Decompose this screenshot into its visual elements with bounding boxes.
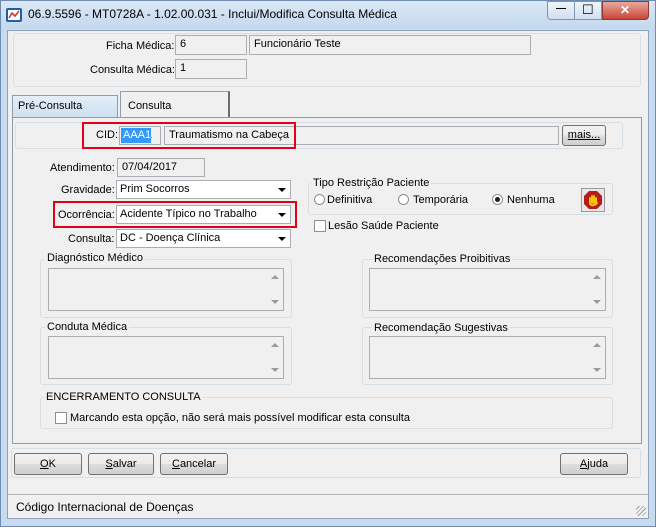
consulta-tipo-label: Consulta:	[68, 233, 115, 245]
ficha-number-field[interactable]: 6	[175, 35, 247, 55]
cancel-rest: ancelar	[179, 458, 217, 470]
close-icon: ✕	[620, 3, 631, 17]
sugestivas-textarea[interactable]	[369, 336, 606, 379]
cid-highlight	[82, 122, 296, 149]
diagnostico-title: Diagnóstico Médico	[45, 252, 145, 264]
cid-more-button[interactable]: mais...	[562, 125, 606, 146]
lesao-label: Lesão Saúde Paciente	[328, 220, 439, 232]
scroll-down-icon[interactable]	[593, 368, 601, 372]
cancel-button[interactable]: Cancelar	[160, 453, 228, 475]
gravidade-select[interactable]: Prim Socorros	[116, 180, 291, 199]
encerramento-checkbox[interactable]	[55, 412, 67, 424]
radio-temporaria[interactable]	[398, 194, 409, 205]
minimize-button[interactable]: —	[547, 1, 575, 20]
encerramento-title: ENCERRAMENTO CONSULTA	[44, 391, 203, 403]
consulta-tipo-select[interactable]: DC - Doença Clínica	[116, 229, 291, 248]
stop-hand-button[interactable]	[581, 188, 605, 212]
close-button[interactable]: ✕	[602, 1, 649, 20]
conduta-title: Conduta Médica	[45, 321, 130, 333]
save-accel: S	[105, 458, 113, 470]
maximize-button[interactable]: ☐	[575, 1, 602, 20]
tab-consulta-label: Consulta	[128, 100, 172, 112]
consulta-tipo-value: DC - Doença Clínica	[120, 232, 221, 244]
cancel-accel: C	[171, 458, 180, 470]
help-rest: juda	[587, 458, 609, 470]
consulta-number-field[interactable]: 1	[175, 59, 247, 79]
atendimento-label: Atendimento:	[50, 162, 115, 174]
status-bar: Código Internacional de Doenças	[8, 494, 648, 518]
chevron-down-icon	[278, 188, 286, 192]
help-button[interactable]: Ajuda	[560, 453, 628, 475]
maximize-icon: ☐	[582, 2, 594, 17]
save-rest: alvar	[112, 458, 137, 470]
scroll-up-icon[interactable]	[593, 275, 601, 279]
status-text: Código Internacional de Doenças	[16, 500, 194, 514]
ok-accel: O	[40, 458, 49, 470]
ok-button[interactable]: OK	[14, 453, 82, 475]
scroll-up-icon[interactable]	[271, 275, 279, 279]
window-title: 06.9.5596 - MT0728A - 1.02.00.031 - Incl…	[28, 7, 397, 21]
atendimento-field[interactable]: 07/04/2017	[117, 158, 205, 177]
tab-pre-consulta[interactable]: Pré-Consulta	[12, 95, 118, 117]
proibitivas-textarea[interactable]	[369, 268, 606, 311]
consulta-label: Consulta Médica:	[90, 64, 175, 76]
conduta-textarea[interactable]	[48, 336, 284, 379]
lesao-checkbox[interactable]	[314, 220, 326, 232]
resize-grip-icon[interactable]	[636, 506, 646, 516]
radio-nenhuma[interactable]	[492, 194, 503, 205]
gravidade-value: Prim Socorros	[120, 183, 190, 195]
chevron-down-icon	[278, 237, 286, 241]
scroll-down-icon[interactable]	[271, 300, 279, 304]
tab-consulta[interactable]: Consulta	[120, 91, 230, 118]
proibitivas-scrollbar[interactable]	[589, 270, 604, 309]
tab-pre-consulta-label: Pré-Consulta	[18, 100, 83, 112]
scroll-down-icon[interactable]	[271, 368, 279, 372]
ficha-label: Ficha Médica:	[106, 40, 175, 52]
encerramento-label: Marcando esta opção, não será mais possí…	[70, 412, 410, 424]
sugestivas-title: Recomendação Sugestivas	[372, 322, 510, 334]
radio-definitiva-label: Definitiva	[327, 194, 373, 206]
diagnostico-textarea[interactable]	[48, 268, 284, 311]
cid-more-label: mais...	[567, 129, 601, 141]
save-button[interactable]: Salvar	[88, 453, 154, 475]
scroll-up-icon[interactable]	[271, 343, 279, 347]
diagnostico-scrollbar[interactable]	[267, 270, 282, 309]
conduta-scrollbar[interactable]	[267, 338, 282, 377]
radio-nenhuma-label: Nenhuma	[507, 194, 555, 206]
proibitivas-title: Recomendações Proibitivas	[372, 253, 513, 265]
scroll-down-icon[interactable]	[593, 300, 601, 304]
radio-temporaria-label: Temporária	[413, 194, 469, 206]
restricao-title: Tipo Restrição Paciente	[311, 177, 432, 189]
gravidade-label: Gravidade:	[61, 184, 115, 196]
ficha-name-field[interactable]: Funcionário Teste	[249, 35, 531, 55]
radio-definitiva[interactable]	[314, 194, 325, 205]
scroll-up-icon[interactable]	[593, 343, 601, 347]
ok-rest: K	[48, 458, 56, 470]
stop-hand-icon	[584, 191, 602, 209]
app-icon	[6, 7, 22, 23]
ocorrencia-highlight	[53, 201, 297, 228]
sugestivas-scrollbar[interactable]	[589, 338, 604, 377]
minimize-icon: —	[556, 3, 566, 14]
